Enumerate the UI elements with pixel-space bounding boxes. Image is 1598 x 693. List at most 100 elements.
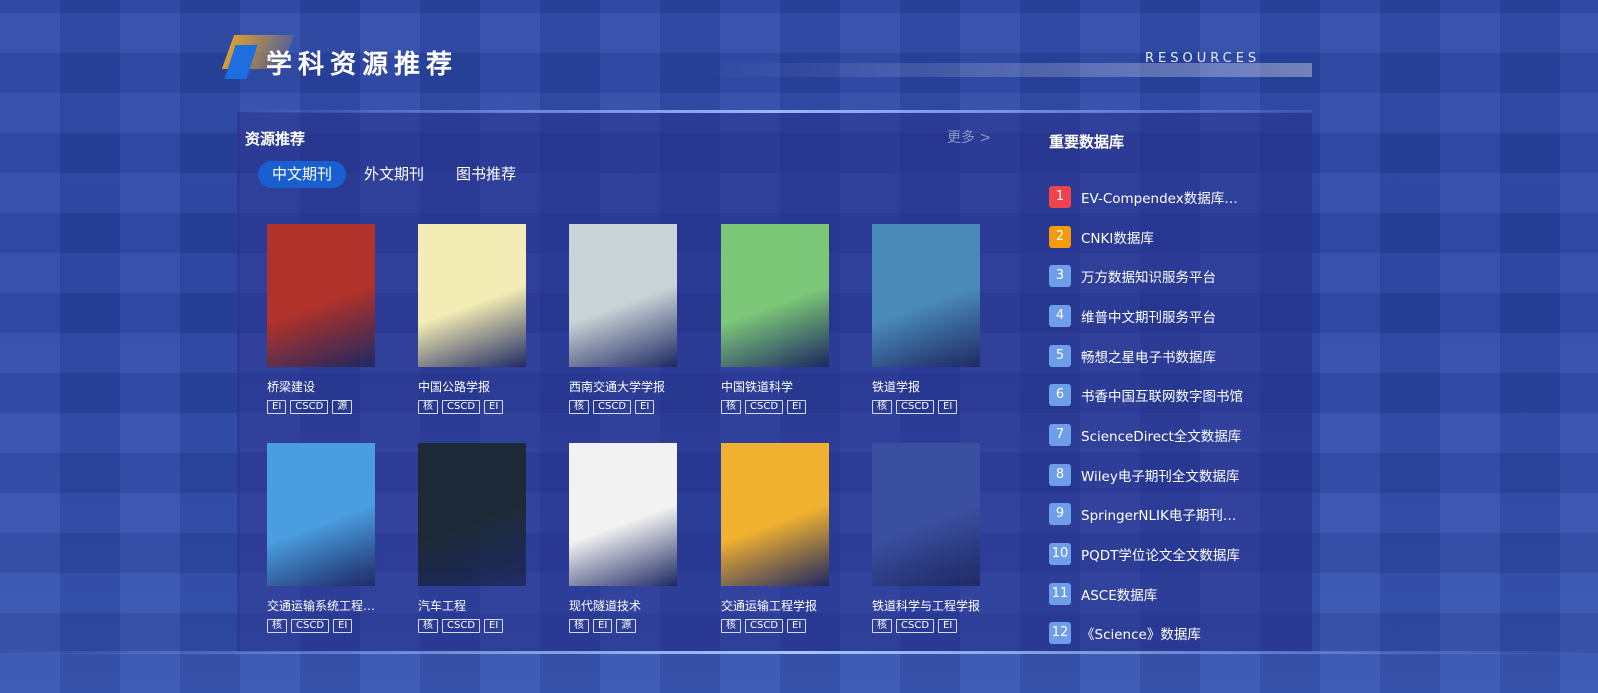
index-tag: 核 [721, 619, 741, 633]
journal-tags: 核 EI 源 [569, 619, 689, 633]
database-name[interactable]: 万方数据知识服务平台 [1081, 266, 1216, 286]
journal-tags: 核 CSCD EI [721, 400, 841, 414]
page-subtitle: RESOURCES [1145, 51, 1261, 66]
index-tag: 源 [332, 400, 353, 414]
database-name[interactable]: 畅想之星电子书数据库 [1081, 346, 1216, 366]
databases-heading: 重要数据库 [1049, 133, 1125, 151]
journal-cover-image[interactable] [872, 224, 980, 367]
rank-badge: 10 [1049, 543, 1071, 566]
index-tag: CSCD [442, 400, 481, 414]
index-tag: 核 [418, 619, 438, 633]
index-tag: EI [267, 400, 287, 414]
index-tag: 核 [872, 619, 892, 633]
rank-badge: 5 [1049, 344, 1071, 367]
journal-cover-image[interactable] [721, 443, 829, 586]
tab-chinese-journals[interactable]: 中文期刊 [258, 161, 347, 188]
database-item[interactable]: 5 畅想之星电子书数据库 [1049, 336, 1246, 376]
database-item[interactable]: 4 维普中文期刊服务平台 [1049, 296, 1246, 336]
database-item[interactable]: 1 EV-Compendex数据库（美国工程索引） [1049, 177, 1246, 217]
index-tag: 核 [418, 400, 438, 414]
journal-name[interactable]: 铁道学报 [872, 378, 984, 395]
database-name[interactable]: EV-Compendex数据库（美国工程索引） [1081, 187, 1246, 207]
more-link[interactable]: 更多 > [947, 127, 991, 147]
resource-tabs: 中文期刊 外文期刊 图书推荐 [258, 161, 534, 188]
rank-badge: 9 [1049, 503, 1071, 526]
index-tag: EI [484, 400, 504, 414]
index-tag: CSCD [745, 400, 784, 414]
journal-name[interactable]: 中国铁道科学 [721, 378, 833, 395]
journal-tags: 核 CSCD EI [418, 400, 538, 414]
database-list: 1 EV-Compendex数据库（美国工程索引） 2 CNKI数据库 3 万方数据知识服… [1049, 177, 1246, 653]
journal-card[interactable]: 铁道学报核 CSCD EI [872, 224, 992, 414]
database-name[interactable]: PQDT学位论文全文数据库 [1081, 544, 1240, 564]
rank-badge: 3 [1049, 265, 1071, 288]
database-item[interactable]: 8 Wiley电子期刊全文数据库 [1049, 455, 1246, 495]
index-tag: EI [593, 619, 613, 633]
tab-foreign-journals[interactable]: 外文期刊 [350, 161, 438, 188]
journal-card[interactable]: 交通运输系统工程与信息核 CSCDEI [267, 443, 387, 633]
journal-cover-image[interactable] [418, 224, 526, 367]
journal-name[interactable]: 桥梁建设 [267, 378, 379, 395]
journal-tags: 核 CSCD EI [418, 619, 538, 633]
database-name[interactable]: CNKI数据库 [1081, 227, 1154, 247]
database-item[interactable]: 9 SpringerNLIK电子期刊全文数据库 [1049, 495, 1246, 535]
journal-name[interactable]: 西南交通大学学报 [569, 378, 681, 395]
journal-name[interactable]: 铁道科学与工程学报 [872, 597, 984, 614]
index-tag: EI [787, 619, 807, 633]
database-name[interactable]: Wiley电子期刊全文数据库 [1081, 465, 1239, 485]
database-name[interactable]: 书香中国互联网数字图书馆 [1081, 385, 1243, 405]
journal-tags: 核 CSCD EI [569, 400, 689, 414]
journal-name[interactable]: 中国公路学报 [418, 378, 530, 395]
journal-cover-image[interactable] [267, 443, 375, 586]
database-item[interactable]: 12 《Science》数据库 [1049, 614, 1246, 654]
database-item[interactable]: 10 PQDT学位论文全文数据库 [1049, 534, 1246, 574]
journal-cover-image[interactable] [872, 443, 980, 586]
glow-divider [0, 651, 1598, 654]
index-tag: 源 [616, 619, 637, 633]
journal-cover-image[interactable] [267, 224, 375, 367]
journal-card[interactable]: 中国铁道科学核 CSCD EI [721, 224, 841, 414]
rank-badge: 8 [1049, 463, 1071, 486]
journal-cover-image[interactable] [569, 443, 677, 586]
database-name[interactable]: SpringerNLIK电子期刊全文数据库 [1081, 504, 1246, 524]
journal-card[interactable]: 铁道科学与工程学报核 CSCD EI [872, 443, 992, 633]
index-tag: CSCD [290, 400, 329, 414]
resources-heading: 资源推荐 [245, 130, 306, 148]
tab-book-recommendations[interactable]: 图书推荐 [442, 161, 530, 188]
journal-tags: EI CSCD 源 [267, 400, 387, 414]
index-tag: CSCD [896, 400, 935, 414]
database-item[interactable]: 2 CNKI数据库 [1049, 217, 1246, 257]
index-tag: CSCD [745, 619, 784, 633]
index-tag: EI [938, 400, 958, 414]
journal-cover-image[interactable] [569, 224, 677, 367]
database-name[interactable]: 维普中文期刊服务平台 [1081, 306, 1216, 326]
rank-badge: 7 [1049, 423, 1071, 446]
journal-card[interactable]: 汽车工程核 CSCD EI [418, 443, 538, 633]
journal-card[interactable]: 桥梁建设 EI CSCD 源 [267, 224, 387, 414]
journal-name[interactable]: 现代隧道技术 [569, 597, 681, 614]
journal-card[interactable]: 交通运输工程学报核 CSCD EI [721, 443, 841, 633]
journal-name[interactable]: 交通运输工程学报 [721, 597, 833, 614]
database-name[interactable]: ScienceDirect全文数据库 [1081, 425, 1241, 445]
index-tag: EI [787, 400, 807, 414]
index-tag: CSCD [896, 619, 935, 633]
journal-cover-image[interactable] [418, 443, 526, 586]
database-item[interactable]: 7 ScienceDirect全文数据库 [1049, 415, 1246, 455]
journal-card[interactable]: 西南交通大学学报核 CSCD EI [569, 224, 689, 414]
journal-cover-image[interactable] [721, 224, 829, 367]
database-name[interactable]: 《Science》数据库 [1081, 623, 1201, 643]
rank-badge: 6 [1049, 384, 1071, 407]
journal-name[interactable]: 交通运输系统工程与信息 [267, 597, 379, 614]
journal-tags: 核 CSCD EI [267, 619, 387, 633]
index-tag: EI [635, 400, 655, 414]
journal-tags: 核 CSCD EI [872, 619, 992, 633]
journal-card[interactable]: 中国公路学报核 CSCD EI [418, 224, 538, 414]
journal-name[interactable]: 汽车工程 [418, 597, 530, 614]
database-name[interactable]: ASCE数据库 [1081, 584, 1157, 604]
journal-card[interactable]: 现代隧道技术核 EI 源 [569, 443, 689, 633]
rank-badge: 1 [1049, 185, 1071, 208]
glow-divider [237, 110, 1312, 113]
database-item[interactable]: 11 ASCE数据库 [1049, 574, 1246, 614]
database-item[interactable]: 3 万方数据知识服务平台 [1049, 256, 1246, 296]
database-item[interactable]: 6 书香中国互联网数字图书馆 [1049, 375, 1246, 415]
